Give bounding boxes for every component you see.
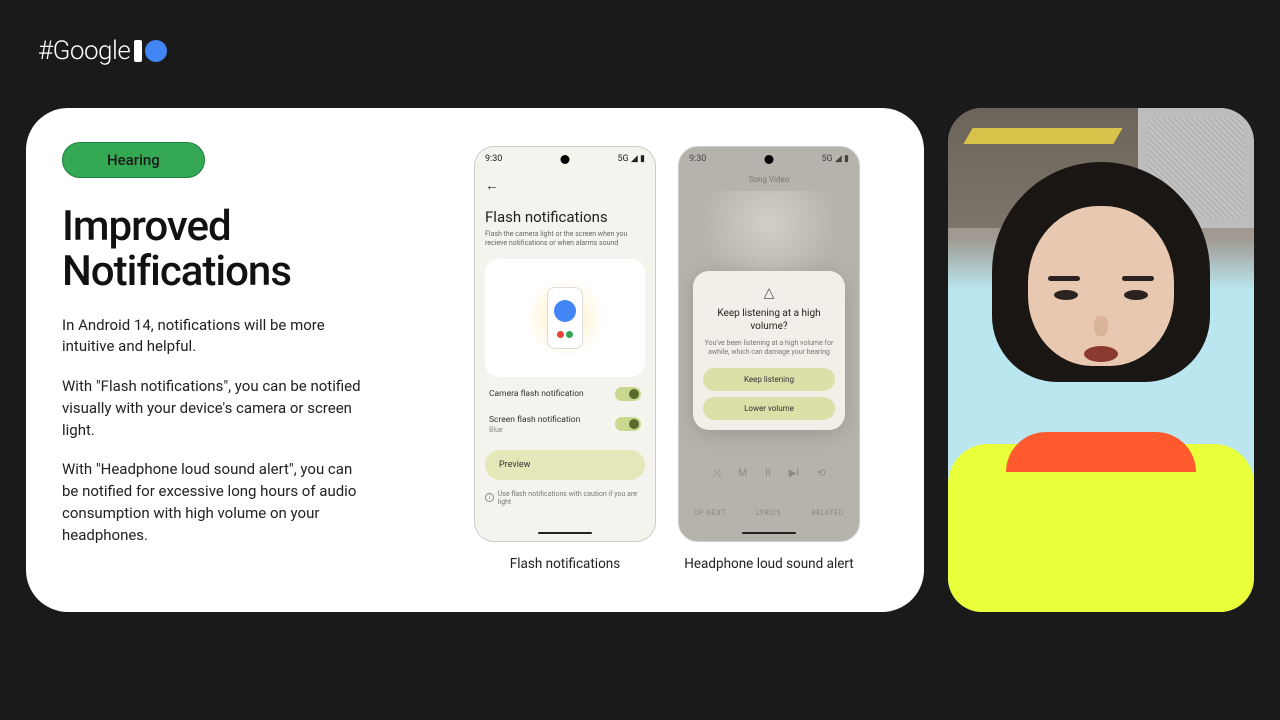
gesture-bar-icon (742, 532, 796, 535)
camera-hole-icon (765, 155, 774, 164)
presenter-video (948, 108, 1254, 612)
status-signal: 5G ◢ ▮ (617, 154, 645, 164)
slide-text-column: Hearing Improved Notifications In Androi… (26, 108, 466, 612)
phone-1: 9:30 5G ◢ ▮ ← Flash notifications Flash … (474, 146, 656, 542)
warning-icon: △ (703, 285, 835, 301)
info-icon: i (485, 493, 494, 502)
gesture-bar-icon (538, 532, 592, 535)
status-signal: 5G ◢ ▮ (821, 154, 849, 164)
io-mark-icon (134, 40, 167, 62)
slide-paragraph-1: In Android 14, notifications will be mor… (62, 315, 362, 359)
slide-card: Hearing Improved Notifications In Androi… (26, 108, 924, 612)
preview-button[interactable]: Preview (485, 450, 645, 480)
camera-hole-icon (561, 155, 570, 164)
event-logo: #Google (38, 36, 167, 66)
phone-2-caption: Headphone loud sound alert (684, 556, 853, 572)
shuffle-icon[interactable]: ⤨ (713, 468, 721, 479)
slide-paragraph-2: With "Flash notifications", you can be n… (62, 376, 362, 441)
back-arrow-icon[interactable]: ← (485, 177, 645, 194)
switch-on-icon[interactable] (615, 417, 641, 431)
toggle-camera-flash[interactable]: Camera flash notification (485, 377, 645, 405)
phone-2-block: 9:30 5G ◢ ▮ Song Video △ Keep listening … (678, 146, 860, 572)
phone-2: 9:30 5G ◢ ▮ Song Video △ Keep listening … (678, 146, 860, 542)
category-pill: Hearing (62, 142, 205, 178)
lower-volume-button[interactable]: Lower volume (703, 397, 835, 420)
mini-phone-icon (547, 287, 583, 349)
dialog-subtitle: You've been listening at a high volume f… (703, 339, 835, 358)
toggle-label: Camera flash notification (489, 389, 584, 399)
slide-paragraph-3: With "Headphone loud sound alert", you c… (62, 459, 362, 546)
phone-1-block: 9:30 5G ◢ ▮ ← Flash notifications Flash … (474, 146, 656, 572)
tab-related[interactable]: RELATED (811, 509, 844, 517)
media-controls: ⤨ M II ▶I ⟲ (679, 468, 859, 479)
album-art-placeholder (699, 191, 839, 271)
dialog-title: Keep listening at a high volume? (703, 307, 835, 333)
bottom-tabs: UP NEXT LYRICS RELATED (679, 509, 859, 517)
screen-title: Flash notifications (485, 208, 645, 226)
phone-1-caption: Flash notifications (510, 556, 620, 572)
switch-on-icon[interactable] (615, 387, 641, 401)
media-tabs: Song Video (679, 175, 859, 184)
illustration-card (485, 259, 645, 377)
repeat-icon[interactable]: ⟲ (817, 468, 825, 479)
tab-lyrics[interactable]: LYRICS (756, 509, 781, 517)
toggle-screen-flash[interactable]: Screen flash notification Blue (485, 405, 645, 438)
prev-icon[interactable]: M (739, 468, 748, 479)
volume-alert-dialog: △ Keep listening at a high volume? You'v… (693, 271, 845, 430)
pause-icon[interactable]: II (765, 468, 770, 479)
logo-text: #Google (38, 36, 130, 66)
screen-subtitle: Flash the camera light or the screen whe… (485, 230, 645, 249)
slide-title: Improved Notifications (62, 204, 434, 295)
status-time: 9:30 (689, 154, 706, 164)
tab-upnext[interactable]: UP NEXT (694, 509, 726, 517)
status-time: 9:30 (485, 154, 502, 164)
keep-listening-button[interactable]: Keep listening (703, 368, 835, 391)
phone-mockups: 9:30 5G ◢ ▮ ← Flash notifications Flash … (466, 108, 924, 612)
next-icon[interactable]: ▶I (789, 468, 799, 479)
toggle-label: Screen flash notification Blue (489, 415, 580, 434)
info-footnote: i Use flash notifications with caution i… (485, 490, 645, 506)
